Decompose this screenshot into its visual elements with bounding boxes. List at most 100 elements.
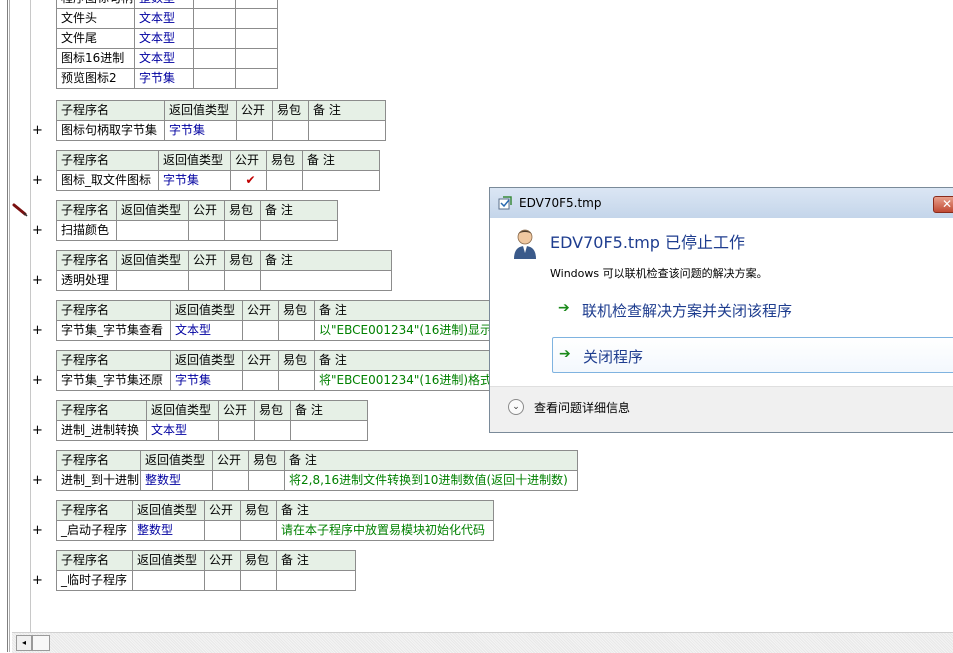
- subprogram-name[interactable]: 字节集_字节集还原: [56, 370, 171, 391]
- view-details-link[interactable]: 查看问题详细信息: [534, 399, 630, 416]
- public-cell[interactable]: [204, 520, 241, 541]
- public-cell[interactable]: [188, 270, 225, 291]
- note-cell[interactable]: 将"EBCE001234"(16进制)格式文本还原为字节集: [314, 370, 517, 391]
- variable-type[interactable]: 整数型: [134, 0, 194, 9]
- easy-pack-cell[interactable]: [248, 470, 285, 491]
- variable-name[interactable]: 预览图标2: [56, 68, 135, 89]
- public-cell[interactable]: [242, 370, 279, 391]
- subprogram-name[interactable]: 字节集_字节集查看: [56, 320, 171, 341]
- easy-pack-cell[interactable]: [224, 220, 261, 241]
- subprogram-name[interactable]: _临时子程序: [56, 570, 133, 591]
- dialog-titlebar[interactable]: EDV70F5.tmp ✕: [490, 188, 953, 218]
- public-cell[interactable]: [212, 470, 249, 491]
- variable-name[interactable]: 文件尾: [56, 28, 135, 49]
- variable-type[interactable]: 文本型: [134, 28, 194, 49]
- public-cell[interactable]: [188, 220, 225, 241]
- header-note: 备 注: [260, 200, 338, 221]
- expand-button[interactable]: +: [32, 324, 43, 337]
- expand-button[interactable]: +: [32, 374, 43, 387]
- expand-button[interactable]: +: [32, 174, 43, 187]
- note-cell[interactable]: 以"EBCE001234"(16进制)显示字节集: [314, 320, 517, 341]
- variable-type[interactable]: 文本型: [134, 48, 194, 69]
- public-cell[interactable]: [242, 320, 279, 341]
- check-online-button[interactable]: ➔ 联机检查解决方案并关闭该程序: [552, 292, 953, 328]
- horizontal-scrollbar[interactable]: ◂: [12, 632, 953, 653]
- variable-name[interactable]: 图标16进制: [56, 48, 135, 69]
- expand-button[interactable]: +: [32, 574, 43, 587]
- public-check-icon[interactable]: ✔: [230, 170, 267, 191]
- variable-name[interactable]: 文件头: [56, 8, 135, 29]
- header-note: 备 注: [314, 350, 517, 371]
- table-header-row: 子程序名 返回值类型 公开 易包 备 注: [56, 500, 494, 521]
- easy-pack-cell[interactable]: [240, 570, 277, 591]
- empty-cell[interactable]: [235, 28, 278, 49]
- table-row: 图标16进制 文本型: [56, 48, 278, 69]
- subprogram-name[interactable]: 进制_进制转换: [56, 420, 147, 441]
- return-type[interactable]: [116, 220, 189, 241]
- note-cell[interactable]: [290, 420, 368, 441]
- expand-button[interactable]: +: [32, 424, 43, 437]
- empty-cell[interactable]: [193, 28, 236, 49]
- easy-pack-cell[interactable]: [254, 420, 291, 441]
- header-easy-pack: 易包: [240, 550, 277, 571]
- empty-cell[interactable]: [193, 48, 236, 69]
- editor-gutter-border-inner: [9, 0, 10, 652]
- empty-cell[interactable]: [235, 68, 278, 89]
- return-type[interactable]: [132, 570, 205, 591]
- return-type[interactable]: 字节集: [158, 170, 231, 191]
- public-cell[interactable]: [204, 570, 241, 591]
- return-type[interactable]: 整数型: [132, 520, 205, 541]
- return-type[interactable]: 整数型: [140, 470, 213, 491]
- scroll-left-arrow-icon[interactable]: ◂: [16, 635, 32, 651]
- subprogram-name[interactable]: 透明处理: [56, 270, 117, 291]
- empty-cell[interactable]: [235, 0, 278, 9]
- public-cell[interactable]: [218, 420, 255, 441]
- expand-button[interactable]: +: [32, 224, 43, 237]
- expand-button[interactable]: +: [32, 524, 43, 537]
- empty-cell[interactable]: [235, 48, 278, 69]
- expand-button[interactable]: +: [32, 474, 43, 487]
- return-type[interactable]: 文本型: [170, 320, 243, 341]
- chevron-down-icon[interactable]: ⌄: [508, 399, 524, 415]
- note-cell[interactable]: [302, 170, 380, 191]
- return-type[interactable]: 文本型: [146, 420, 219, 441]
- subprogram-name[interactable]: 扫描颜色: [56, 220, 117, 241]
- subprogram-table: 子程序名 返回值类型 公开 易包 备 注 进制_进制转换 文本型: [56, 400, 368, 441]
- easy-pack-cell[interactable]: [240, 520, 277, 541]
- empty-cell[interactable]: [193, 68, 236, 89]
- note-cell[interactable]: [260, 270, 392, 291]
- return-type[interactable]: 字节集: [170, 370, 243, 391]
- empty-cell[interactable]: [193, 0, 236, 9]
- expand-button[interactable]: +: [32, 124, 43, 137]
- easy-pack-cell[interactable]: [272, 120, 309, 141]
- public-cell[interactable]: [236, 120, 273, 141]
- easy-pack-cell[interactable]: [266, 170, 303, 191]
- return-type[interactable]: 字节集: [164, 120, 237, 141]
- note-cell[interactable]: [276, 570, 356, 591]
- note-cell[interactable]: 请在本子程序中放置易模块初始化代码: [276, 520, 494, 541]
- subprogram-name[interactable]: 图标句柄取字节集: [56, 120, 165, 141]
- easy-pack-cell[interactable]: [278, 370, 315, 391]
- easy-pack-cell[interactable]: [224, 270, 261, 291]
- scroll-thumb[interactable]: [32, 635, 50, 651]
- note-cell[interactable]: 将2,8,16进制文件转换到10进制数值(返回十进制数): [284, 470, 578, 491]
- empty-cell[interactable]: [235, 8, 278, 29]
- return-type[interactable]: [116, 270, 189, 291]
- subprogram-name[interactable]: _启动子程序: [56, 520, 133, 541]
- table-header-row: 子程序名 返回值类型 公开 易包 备 注: [56, 250, 392, 271]
- easy-pack-cell[interactable]: [278, 320, 315, 341]
- variable-type[interactable]: 文本型: [134, 8, 194, 29]
- variable-name[interactable]: 程序图标句柄: [56, 0, 135, 9]
- subprogram-name[interactable]: 进制_到十进制: [56, 470, 141, 491]
- variable-type[interactable]: 字节集: [134, 68, 194, 89]
- close-program-button[interactable]: ➔ 关闭程序: [552, 337, 953, 373]
- subprogram-name[interactable]: 图标_取文件图标: [56, 170, 159, 191]
- header-return-type: 返回值类型: [116, 200, 189, 221]
- empty-cell[interactable]: [193, 8, 236, 29]
- note-cell[interactable]: [308, 120, 386, 141]
- expand-button[interactable]: +: [32, 274, 43, 287]
- dialog-footer: ⌄ 查看问题详细信息: [490, 386, 953, 432]
- close-button[interactable]: ✕: [933, 196, 953, 213]
- note-cell[interactable]: [260, 220, 338, 241]
- header-note: 备 注: [290, 400, 368, 421]
